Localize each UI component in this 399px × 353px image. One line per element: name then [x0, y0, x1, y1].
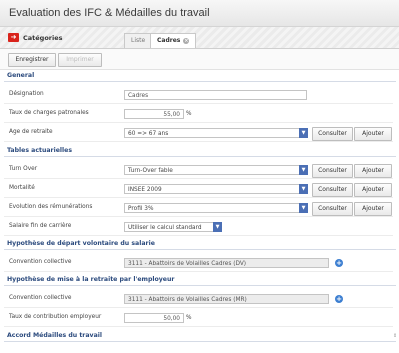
mortalite-label: Mortalité [9, 185, 35, 191]
salaire-label: Salaire fin de carrière [9, 223, 72, 229]
convention-depart-field[interactable]: 3111 - Abattoirs de Volailles Cadres (DV… [124, 258, 329, 268]
taux-contribution-input[interactable]: 50,00 [124, 313, 184, 323]
tab-liste[interactable]: Liste [124, 33, 153, 48]
print-button[interactable]: Imprimer [58, 53, 102, 67]
ajouter-button[interactable]: Ajouter [354, 164, 392, 178]
age-retraite-select[interactable]: 60 => 67 ans ▼ [124, 128, 308, 138]
section-medailles: Accord Médailles du travail [4, 331, 396, 342]
consulter-button[interactable]: Consulter [312, 183, 353, 197]
salaire-select[interactable]: Utiliser le calcul standard ▼ [124, 222, 222, 232]
category-bar: ➜ Catégories Liste Cadres × [0, 27, 399, 49]
row-designation: Désignation Cadres [4, 86, 393, 104]
consulter-button[interactable]: Consulter [312, 202, 353, 216]
chevron-down-icon[interactable]: ▼ [299, 184, 308, 194]
row-evolution: Evolution des rémunérations Profil 3% ▼ C… [4, 199, 393, 217]
percent-unit: % [186, 111, 192, 117]
designation-label: Désignation [9, 91, 44, 97]
turnover-label: Turn Over [9, 166, 38, 172]
evolution-label: Evolution des rémunérations [9, 204, 93, 210]
toolbar: Enregistrer Imprimer [0, 49, 399, 70]
window-titlebar: Evaluation des IFC & Médailles du travai… [0, 0, 399, 27]
row-convention-depart: Convention collective 3111 - Abattoirs d… [4, 254, 393, 272]
row-convention-retraite: Convention collective 3111 - Abattoirs d… [4, 290, 393, 308]
categories-label: Catégories [23, 34, 63, 42]
percent-unit: % [186, 315, 192, 321]
chevron-down-icon[interactable]: ▼ [213, 222, 222, 232]
chevron-down-icon[interactable]: ▼ [299, 203, 308, 213]
section-retraite: Hypothèse de mise à la retraite par l'em… [4, 275, 396, 286]
tab-cadres[interactable]: Cadres × [150, 33, 197, 48]
ajouter-button[interactable]: Ajouter [354, 183, 392, 197]
age-retraite-label: Age de retraite [9, 129, 53, 135]
consulter-button[interactable]: Consulter [312, 127, 353, 141]
section-tables: Tables actuarielles [4, 146, 396, 157]
mortalite-value: INSEE 2009 [128, 187, 162, 193]
row-turnover: Turn Over Turn-Over fable ▼ Consulter Ajo… [4, 161, 393, 179]
add-circle-icon[interactable]: + [335, 295, 343, 303]
arrow-right-icon[interactable]: ➜ [8, 33, 19, 42]
evolution-value: Profil 3% [128, 206, 154, 212]
taux-contribution-label: Taux de contribution employeur [9, 314, 102, 320]
close-tab-icon[interactable]: × [183, 38, 190, 44]
designation-input[interactable]: Cadres [124, 90, 307, 100]
chevron-down-icon[interactable]: ▼ [299, 165, 308, 175]
tab-liste-label: Liste [131, 37, 146, 44]
ajouter-button[interactable]: Ajouter [354, 202, 392, 216]
row-taux-charges: Taux de charges patronales 55,00 % [4, 105, 393, 123]
mortalite-select[interactable]: INSEE 2009 ▼ [124, 184, 308, 194]
taux-charges-label: Taux de charges patronales [9, 110, 89, 116]
add-circle-icon[interactable]: + [335, 259, 343, 267]
scroll-arrow-icon[interactable]: ⇕ [393, 333, 398, 341]
section-depart: Hypothèse de départ volontaire du salari… [4, 239, 396, 250]
chevron-down-icon[interactable]: ▼ [299, 128, 308, 138]
row-mortalite: Mortalité INSEE 2009 ▼ Consulter Ajouter [4, 180, 393, 198]
evolution-select[interactable]: Profil 3% ▼ [124, 203, 308, 213]
tab-cadres-label: Cadres [157, 37, 181, 44]
salaire-value: Utiliser le calcul standard [128, 225, 202, 231]
row-age-retraite: Age de retraite 60 => 67 ans ▼ Consulter … [4, 124, 393, 142]
turnover-value: Turn-Over fable [128, 168, 173, 174]
convention-retraite-label: Convention collective [9, 295, 72, 301]
consulter-button[interactable]: Consulter [312, 164, 353, 178]
convention-retraite-field[interactable]: 3111 - Abattoirs de Volailles Cadres (MR… [124, 294, 329, 304]
turnover-select[interactable]: Turn-Over fable ▼ [124, 165, 308, 175]
row-taux-contribution: Taux de contribution employeur 50,00 % [4, 309, 393, 327]
row-salaire: Salaire fin de carrière Utiliser le calc… [4, 218, 393, 236]
convention-depart-label: Convention collective [9, 259, 72, 265]
taux-charges-input[interactable]: 55,00 [124, 109, 184, 119]
age-retraite-value: 60 => 67 ans [128, 131, 169, 137]
ajouter-button[interactable]: Ajouter [354, 127, 392, 141]
window-title: Evaluation des IFC & Médailles du travai… [9, 7, 210, 19]
section-general: General [4, 71, 396, 82]
save-button[interactable]: Enregistrer [8, 53, 56, 67]
